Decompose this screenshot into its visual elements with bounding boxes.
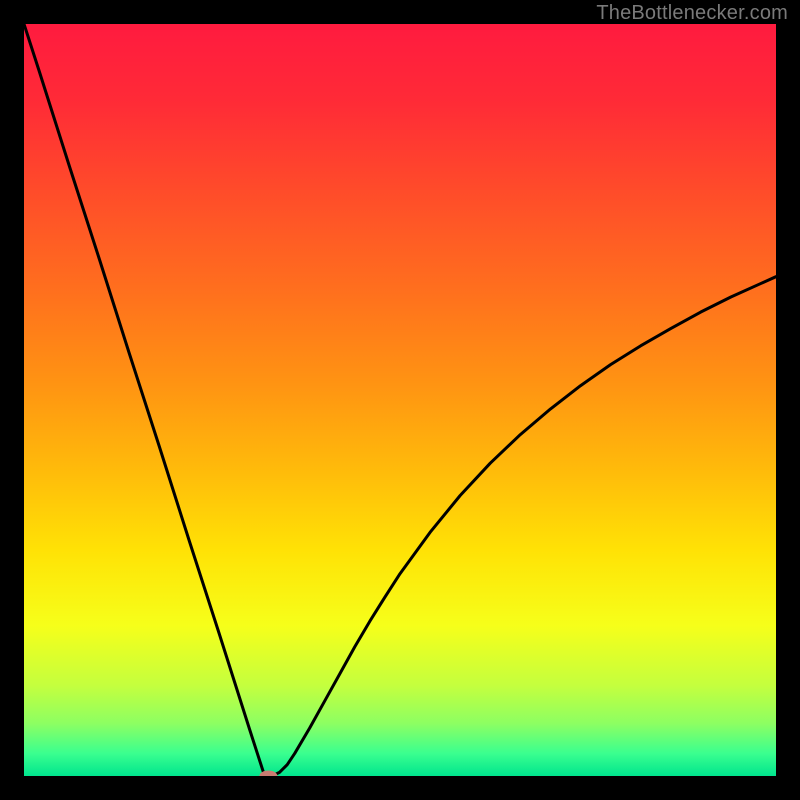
plot-area bbox=[24, 24, 776, 776]
watermark-text: TheBottlenecker.com bbox=[596, 2, 788, 25]
chart-frame: TheBottlenecker.com bbox=[0, 0, 800, 800]
chart-svg bbox=[24, 24, 776, 776]
gradient-background bbox=[24, 24, 776, 776]
